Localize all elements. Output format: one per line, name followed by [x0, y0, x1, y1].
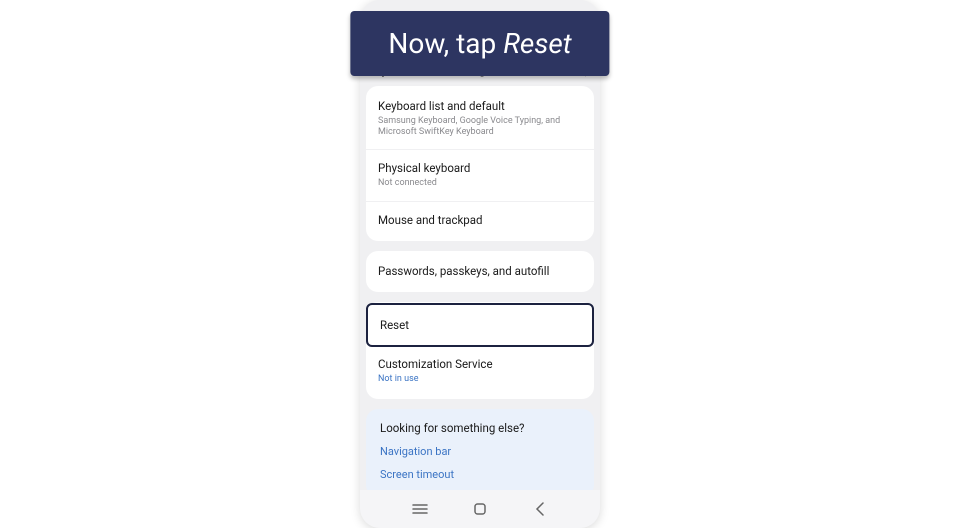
instruction-banner: Now, tap Reset: [350, 11, 609, 76]
item-mouse-trackpad[interactable]: Mouse and trackpad: [366, 202, 594, 239]
back-nav-icon[interactable]: [525, 499, 555, 519]
item-subtitle: Samsung Keyboard, Google Voice Typing, a…: [378, 116, 582, 139]
settings-card: Keyboard list and default Samsung Keyboa…: [366, 86, 594, 241]
item-title: Mouse and trackpad: [378, 213, 582, 228]
item-title: Reset: [380, 318, 580, 333]
item-title: Passwords, passkeys, and autofill: [378, 264, 582, 279]
phone-frame: General management Keyboard list and def…: [360, 0, 600, 528]
tips-card: Looking for something else? Navigation b…: [366, 409, 594, 490]
item-customization-service[interactable]: Customization Service Not in use: [366, 346, 594, 396]
item-keyboard-list[interactable]: Keyboard list and default Samsung Keyboa…: [366, 88, 594, 150]
instruction-prefix: Now, tap: [388, 27, 503, 60]
tips-title: Looking for something else?: [380, 421, 580, 435]
home-icon[interactable]: [465, 499, 495, 519]
system-nav-bar: [360, 490, 600, 528]
settings-card: Reset Customization Service Not in use: [366, 302, 594, 399]
item-reset[interactable]: Reset: [366, 303, 594, 348]
instruction-highlight: Reset: [503, 27, 571, 60]
settings-card: Passwords, passkeys, and autofill: [366, 251, 594, 292]
phone-screen: General management Keyboard list and def…: [360, 0, 600, 528]
item-physical-keyboard[interactable]: Physical keyboard Not connected: [366, 150, 594, 201]
item-subtitle: Not connected: [378, 178, 582, 189]
item-subtitle: Not in use: [378, 374, 582, 385]
item-title: Keyboard list and default: [378, 99, 582, 114]
recents-icon[interactable]: [405, 499, 435, 519]
tips-link-navigation-bar[interactable]: Navigation bar: [380, 445, 580, 458]
tips-link-screen-timeout[interactable]: Screen timeout: [380, 468, 580, 481]
settings-content: Keyboard list and default Samsung Keyboa…: [360, 86, 600, 490]
item-passwords-autofill[interactable]: Passwords, passkeys, and autofill: [366, 253, 594, 290]
item-title: Physical keyboard: [378, 161, 582, 176]
item-title: Customization Service: [378, 357, 582, 372]
